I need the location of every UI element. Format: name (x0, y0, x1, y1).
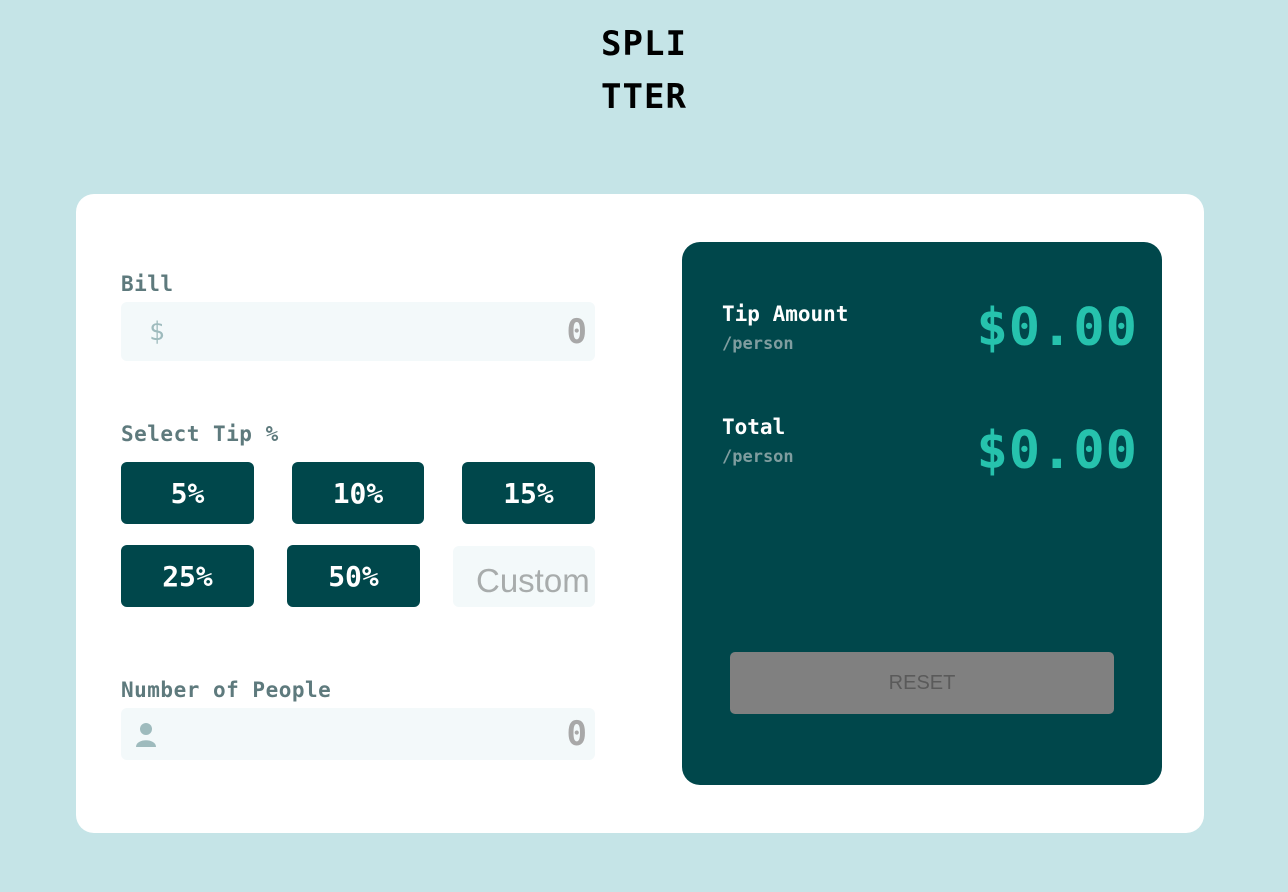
bill-input-value: 0 (566, 311, 587, 352)
people-input-value: 0 (566, 714, 587, 754)
total-sub: /person (722, 447, 794, 467)
tip-15-button[interactable]: 15% (462, 462, 595, 524)
dollar-icon: $ (149, 316, 165, 347)
app-logo: SPLI TTER (0, 18, 1288, 124)
total-label: Total (722, 415, 786, 439)
tip-5-button[interactable]: 5% (121, 462, 254, 524)
total-value: $0.00 (976, 421, 1138, 481)
tip-50-button[interactable]: 50% (287, 545, 420, 607)
logo-line-2: TTER (601, 77, 687, 117)
tip-label: Select Tip % (121, 422, 279, 446)
results-panel: Tip Amount /person $0.00 Total /person $… (682, 242, 1162, 785)
reset-button[interactable]: RESET (730, 652, 1114, 714)
bill-label: Bill (121, 272, 174, 296)
logo-line-1: SPLI (601, 24, 687, 64)
custom-tip-input[interactable]: Custom (453, 546, 595, 607)
people-input[interactable]: 0 (121, 708, 595, 760)
tip-amount-value: $0.00 (976, 298, 1138, 358)
people-label: Number of People (121, 678, 332, 702)
bill-input[interactable]: $ 0 (121, 302, 595, 361)
person-icon (136, 723, 156, 747)
tip-10-button[interactable]: 10% (292, 462, 424, 524)
tip-amount-label: Tip Amount (722, 302, 849, 326)
tip-amount-sub: /person (722, 334, 794, 354)
tip-25-button[interactable]: 25% (121, 545, 254, 607)
calculator-card: Bill $ 0 Select Tip % 5% 10% 15% 25% 50%… (76, 194, 1204, 833)
